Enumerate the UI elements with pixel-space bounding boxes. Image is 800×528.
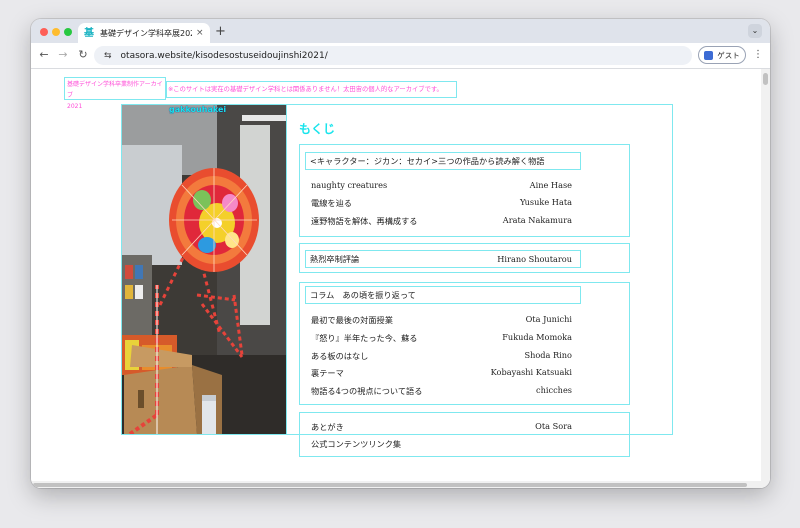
browser-toolbar: ← → ↻ ⇆ otasora.website/kisodesostuseido… xyxy=(31,43,770,69)
entry-author: Kobayashi Katsuaki xyxy=(490,367,572,377)
browser-window: 基 基礎デザイン学科卒展2021同人誌 × + ⌄ ← → ↻ ⇆ otasor… xyxy=(31,19,770,488)
toc-entry[interactable]: 電線を辿る Yusuke Hata xyxy=(311,197,572,209)
section-title-3[interactable]: コラム あの頃を振り返って xyxy=(305,286,581,304)
tab-close-icon[interactable]: × xyxy=(196,28,204,38)
photo-caption: gakkouhakei xyxy=(169,105,227,114)
section-title-2[interactable]: 熱烈卒制評論 Hirano Shoutarou xyxy=(305,250,581,268)
toc-entry[interactable]: naughty creatures Aine Hase xyxy=(311,180,572,190)
vertical-scroll-thumb[interactable] xyxy=(763,73,768,85)
toc-entry[interactable]: あとがき Ota Sora xyxy=(311,421,572,433)
back-button[interactable]: ← xyxy=(37,48,51,61)
entry-title: ある板のはなし xyxy=(311,351,369,361)
toc-entry[interactable]: 『怒り』半年たった今、蘇る Fukuda Momoka xyxy=(311,332,572,344)
toc-entry[interactable]: ある板のはなし Shoda Rino xyxy=(311,350,572,362)
toc-entry[interactable]: 物語る4つの視点について語る chicches xyxy=(311,385,572,397)
toc-heading: もくじ xyxy=(299,122,336,136)
entry-title: 裏テーマ xyxy=(311,368,344,378)
minimize-window-button[interactable] xyxy=(52,28,60,36)
toc-entry[interactable]: 公式コンテンツリンク集 xyxy=(311,438,572,450)
entry-title: 公式コンテンツリンク集 xyxy=(311,439,402,449)
url-text[interactable]: otasora.website/kisodesostuseidoujinshi2… xyxy=(121,51,328,61)
toc-entry[interactable]: 裏テーマ Kobayashi Katsuaki xyxy=(311,367,572,379)
active-tab[interactable]: 基 基礎デザイン学科卒展2021同人誌 × xyxy=(78,23,210,43)
entry-author: Fukuda Momoka xyxy=(502,332,572,342)
horizontal-scroll-thumb[interactable] xyxy=(33,483,747,487)
entry-author: Arata Nakamura xyxy=(502,215,572,225)
entry-author: chicches xyxy=(536,385,572,395)
close-window-button[interactable] xyxy=(40,28,48,36)
entry-author: Yusuke Hata xyxy=(519,197,572,207)
reload-button[interactable]: ↻ xyxy=(76,48,90,61)
new-tab-button[interactable]: + xyxy=(215,24,226,39)
entry-title: あとがき xyxy=(311,422,344,432)
profile-button[interactable]: ゲスト xyxy=(698,46,746,64)
entry-author: Ota Sora xyxy=(535,421,572,431)
site-info-icon[interactable]: ⇆ xyxy=(104,51,112,61)
site-favicon-icon: 基 xyxy=(84,27,94,39)
toc-entry[interactable]: 遠野物語を解体、再構成する Arata Nakamura xyxy=(311,215,572,227)
entry-author: Ota Junichi xyxy=(525,314,572,324)
browser-menu-icon[interactable]: ⋮ xyxy=(753,49,763,60)
forward-button[interactable]: → xyxy=(56,48,70,61)
entry-title: 『怒り』半年たった今、蘇る xyxy=(311,333,418,343)
section-box-4 xyxy=(299,412,630,457)
horizontal-scrollbar[interactable] xyxy=(31,481,761,488)
site-title-line1: 基礎デザイン学科卒業制作アーカイブ xyxy=(67,81,163,99)
site-title[interactable]: 基礎デザイン学科卒業制作アーカイブ 2021 xyxy=(64,77,166,110)
address-bar[interactable]: ⇆ otasora.website/kisodesostuseidoujinsh… xyxy=(94,46,692,65)
disclaimer-text: ※このサイトは実在の基礎デザイン学科とは関係ありません！太田宙の個人的なアーカイ… xyxy=(166,81,457,98)
entry-title: 物語る4つの視点について語る xyxy=(311,386,423,396)
guest-profile-icon xyxy=(704,50,714,60)
toc-entry[interactable]: 最初で最後の対面授業 Ota Junichi xyxy=(311,314,572,326)
maximize-window-button[interactable] xyxy=(64,28,72,36)
entry-author: Shoda Rino xyxy=(524,350,572,360)
exhibition-photo xyxy=(122,105,287,434)
page-viewport: 基礎デザイン学科卒業制作アーカイブ 2021 ※このサイトは実在の基礎デザイン学… xyxy=(31,69,770,488)
entry-author: Aine Hase xyxy=(529,180,572,190)
entry-title: 最初で最後の対面授業 xyxy=(311,315,393,325)
section-title-1[interactable]: <キャラクター：ジカン：セカイ>三つの作品から読み解く物語 xyxy=(305,152,581,170)
tab-title: 基礎デザイン学科卒展2021同人誌 xyxy=(100,28,192,38)
guest-label: ゲスト xyxy=(717,50,740,60)
tab-strip: 基 基礎デザイン学科卒展2021同人誌 × + ⌄ xyxy=(31,19,770,43)
tab-search-button[interactable]: ⌄ xyxy=(748,24,762,38)
vertical-scrollbar[interactable] xyxy=(761,69,770,488)
entry-author: Hirano Shoutarou xyxy=(497,254,572,264)
entry-title: 熱烈卒制評論 xyxy=(310,254,360,264)
entry-title: 遠野物語を解体、再構成する xyxy=(311,216,418,226)
entry-title: 電線を辿る xyxy=(311,198,352,208)
entry-title: naughty creatures xyxy=(311,180,388,190)
